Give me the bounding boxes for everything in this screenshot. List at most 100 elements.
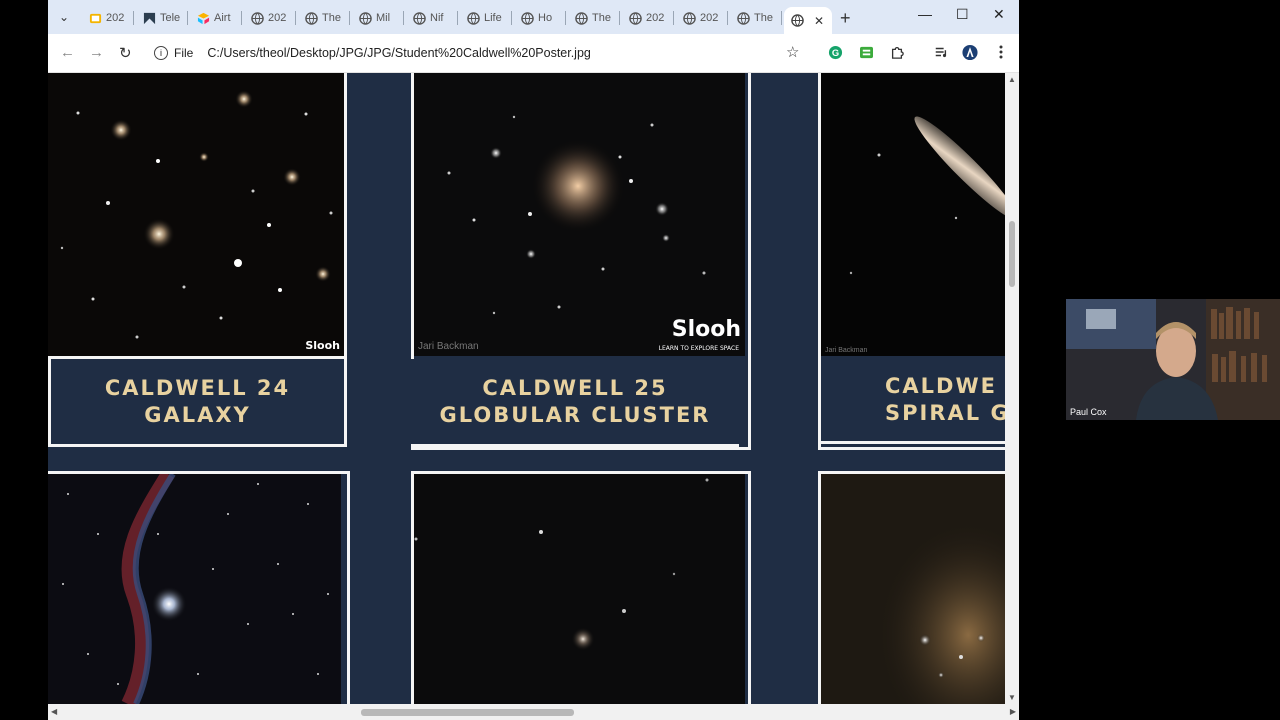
tab-separator <box>619 11 620 25</box>
card-title-line1: CALDWELL 24 <box>104 375 291 400</box>
tab-label: Ho <box>538 12 553 24</box>
spiral-galaxy-photo: Jari Backman <box>821 73 1005 356</box>
tab-label: The <box>754 12 773 24</box>
tab-label: Mil <box>376 12 391 24</box>
card-title-line2: GLOBULAR CLUSTER <box>439 402 711 427</box>
globe-icon <box>628 11 642 25</box>
horizontal-scrollbar[interactable]: ◀ ▶ <box>48 704 1019 720</box>
card-title-line1: CALDWELL 25 <box>482 375 668 400</box>
card-title-line2: GALAXY <box>144 402 251 427</box>
airtable-icon <box>196 11 210 25</box>
site-info-chip[interactable]: i File <box>154 46 193 60</box>
extensions-puzzle-icon[interactable] <box>889 44 905 60</box>
slooh-watermark: Slooh <box>305 339 340 352</box>
address-bar[interactable]: i File C:/Users/theol/Desktop/JPG/JPG/St… <box>148 40 816 66</box>
tab-label: Life <box>484 12 502 24</box>
scroll-left-icon[interactable]: ◀ <box>51 707 57 716</box>
tab-label: The <box>322 12 341 24</box>
forward-arrow-icon[interactable]: → <box>89 44 104 61</box>
globe-icon <box>790 14 804 28</box>
tab-separator <box>457 11 458 25</box>
site-chip-label: File <box>174 46 194 60</box>
tab[interactable]: Airt <box>190 7 242 29</box>
globe-icon <box>682 11 696 25</box>
tab[interactable]: 202 <box>82 7 134 29</box>
minimize-icon[interactable]: — <box>918 6 932 22</box>
card-title-caldwell-24: CALDWELL 24 GALAXY <box>48 359 347 447</box>
new-tab-button[interactable]: + <box>840 8 851 29</box>
tab-separator <box>781 11 782 25</box>
globular-cluster-photo: Slooh LEARN TO EXPLORE SPACE Jari Backma… <box>414 73 745 356</box>
horizontal-scroll-thumb[interactable] <box>361 709 574 716</box>
globe-icon <box>736 11 750 25</box>
tab-label: 202 <box>106 12 125 24</box>
tab-label: 202 <box>700 12 719 24</box>
info-icon: i <box>154 46 168 60</box>
tab[interactable]: The <box>730 7 782 29</box>
card-title-caldwell-26: CALDWE SPIRAL G <box>818 359 1005 444</box>
scroll-right-icon[interactable]: ▶ <box>1010 707 1016 716</box>
tab-label: Airt <box>214 12 231 24</box>
image-viewport[interactable]: Slooh CALDWELL 24 GALAXY Slooh LEARN TO … <box>48 73 1005 704</box>
tab[interactable]: Nif <box>406 7 458 29</box>
dark-field-photo <box>414 474 745 704</box>
tab-label: Nif <box>430 12 444 24</box>
url-text: C:/Users/theol/Desktop/JPG/JPG/Student%2… <box>207 46 591 60</box>
participant-name: Paul Cox <box>1070 407 1107 417</box>
slooh-tagline: LEARN TO EXPLORE SPACE <box>658 345 739 352</box>
tab-separator <box>565 11 566 25</box>
webcam-overlay: Paul Cox <box>1066 299 1280 420</box>
close-window-icon[interactable]: ✕ <box>993 6 1005 23</box>
slides-icon <box>88 11 102 25</box>
card-title-line1: CALDWE <box>885 374 997 398</box>
tab[interactable]: Mil <box>352 7 404 29</box>
tab[interactable]: The <box>298 7 350 29</box>
vertical-scrollbar[interactable]: ▲ ▼ <box>1005 73 1019 704</box>
bookmark-star-icon[interactable]: ☆ <box>786 43 799 61</box>
tab-separator <box>403 11 404 25</box>
tab[interactable]: Tele <box>136 7 188 29</box>
maximize-icon[interactable]: ☐ <box>956 6 969 23</box>
webcam-video <box>1066 299 1280 420</box>
tab[interactable]: Life <box>460 7 512 29</box>
nebula-dust-photo <box>821 474 1005 704</box>
profile-avatar-icon[interactable] <box>962 44 978 60</box>
back-arrow-icon[interactable]: ← <box>60 44 75 61</box>
scroll-down-icon[interactable]: ▼ <box>1008 693 1016 702</box>
tab[interactable]: Ho <box>514 7 566 29</box>
globe-icon <box>358 11 372 25</box>
tab-active[interactable]: ✕ <box>784 7 832 34</box>
svg-text:G: G <box>831 47 838 57</box>
screen-extension-icon[interactable] <box>858 44 874 60</box>
slooh-watermark: Slooh <box>671 317 741 342</box>
tab-label: 202 <box>646 12 665 24</box>
tab-search-button[interactable]: ⌄ <box>54 7 74 27</box>
tab-separator <box>511 11 512 25</box>
media-control-icon[interactable] <box>933 44 949 60</box>
tab[interactable]: The <box>568 7 620 29</box>
galaxy-photo: Slooh <box>48 73 347 359</box>
tab-label: Tele <box>160 12 181 24</box>
menu-kebab-icon[interactable] <box>993 44 1009 60</box>
grammarly-extension-icon[interactable]: G <box>827 44 843 60</box>
photo-credit: Jari Backman <box>825 347 868 354</box>
tab[interactable]: 202 <box>622 7 674 29</box>
reload-icon[interactable]: ↻ <box>119 44 132 62</box>
scroll-up-icon[interactable]: ▲ <box>1008 75 1016 84</box>
tab[interactable]: 202 <box>244 7 296 29</box>
tab-separator <box>727 11 728 25</box>
nebula-photo <box>48 474 341 704</box>
browser-toolbar: ← → ↻ i File C:/Users/theol/Desktop/JPG/… <box>48 34 1019 73</box>
globe-icon <box>574 11 588 25</box>
photo-credit: Jari Backman <box>418 341 479 352</box>
globe-icon <box>466 11 480 25</box>
tab-label: The <box>592 12 611 24</box>
globe-icon <box>412 11 426 25</box>
tab-separator <box>295 11 296 25</box>
telescope-icon <box>142 11 156 25</box>
close-tab-icon[interactable]: ✕ <box>814 14 824 28</box>
tab[interactable]: 202 <box>676 7 728 29</box>
globe-icon <box>520 11 534 25</box>
vertical-scroll-thumb[interactable] <box>1009 221 1015 287</box>
globe-icon <box>250 11 264 25</box>
